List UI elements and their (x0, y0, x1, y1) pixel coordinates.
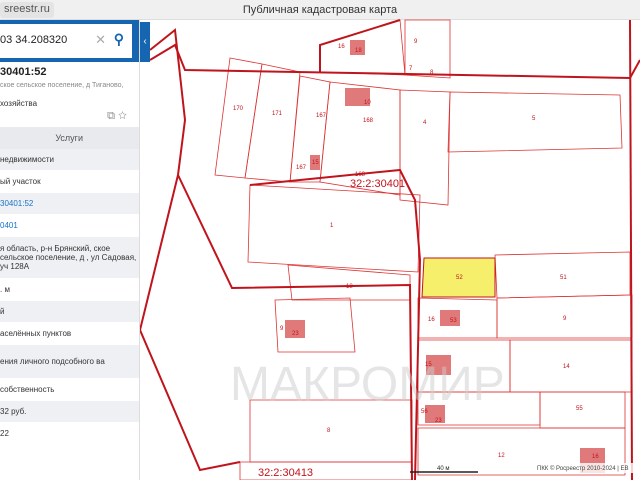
scale-label: 40 м (437, 466, 449, 472)
info-row: ения личного подсобного ва (0, 345, 139, 379)
svg-text:16: 16 (592, 454, 599, 460)
search-icon[interactable]: ⚲ (114, 31, 124, 48)
svg-text:15: 15 (425, 362, 432, 368)
info-list: недвижимости ый участок 30401:52 0401 я обла… (0, 149, 139, 445)
info-row: собственность (0, 379, 139, 401)
object-number: 30401:52 (0, 66, 47, 78)
object-use: хозяйства (0, 99, 38, 108)
sidebar: 03 34.208320 ✕ ⚲ 30401:52 ское сельское … (0, 20, 140, 480)
copyright: ПКК © Росреестр 2010-2024 | ЕВ (537, 465, 629, 472)
svg-text:18: 18 (355, 48, 362, 54)
info-row[interactable]: 0401 (0, 215, 139, 237)
svg-text:5: 5 (532, 116, 536, 122)
svg-text:7: 7 (409, 66, 413, 72)
info-row[interactable]: 30401:52 (0, 193, 139, 215)
svg-text:9: 9 (563, 316, 567, 322)
info-row: недвижимости (0, 149, 139, 171)
search-bar: 03 34.208320 ✕ ⚲ (0, 20, 139, 62)
svg-text:16: 16 (338, 44, 345, 50)
tab-services[interactable]: Услуги (0, 127, 139, 149)
star-icon[interactable]: ☆ (118, 110, 127, 122)
svg-text:168: 168 (363, 118, 374, 124)
svg-text:9: 9 (414, 39, 418, 45)
svg-text:8: 8 (327, 428, 331, 434)
quarter-label: 32:2:30413 (258, 467, 313, 479)
close-icon[interactable]: ✕ (95, 32, 106, 48)
info-row: й (0, 301, 139, 323)
svg-text:170: 170 (233, 106, 244, 112)
svg-text:53: 53 (450, 318, 457, 324)
svg-text:51: 51 (560, 275, 567, 281)
svg-text:23: 23 (292, 331, 299, 337)
info-row: я область, р-н Брянский, ское сельское п… (0, 237, 139, 279)
svg-text:14: 14 (563, 364, 570, 370)
info-row: аселённых пунктов (0, 323, 139, 345)
svg-text:18: 18 (346, 284, 353, 290)
object-address: ское сельское поселение, д Тиганово, (0, 82, 124, 89)
svg-text:15: 15 (312, 160, 319, 166)
svg-text:12: 12 (498, 453, 505, 459)
info-row: ый участок (0, 171, 139, 193)
parcel-170 (214, 57, 263, 179)
svg-text:9: 9 (280, 326, 284, 332)
svg-text:167: 167 (316, 113, 327, 119)
svg-text:1: 1 (330, 223, 334, 229)
chevron-left-icon[interactable]: ‹ (140, 22, 150, 62)
info-row: 32 руб. (0, 401, 139, 423)
info-row: 22 (0, 423, 139, 445)
svg-text:52: 52 (456, 275, 463, 281)
quarter-label: 32:2:30401 (350, 178, 405, 190)
watermark: МАКРОМИР (230, 358, 505, 411)
svg-text:56: 56 (421, 409, 428, 415)
info-row: . м (0, 279, 139, 301)
search-input[interactable]: 03 34.208320 ✕ ⚲ (0, 24, 132, 58)
zoom-to-icon[interactable]: ⧉ (107, 110, 115, 122)
svg-text:167: 167 (296, 165, 307, 171)
svg-text:4: 4 (423, 120, 427, 126)
svg-text:16: 16 (428, 317, 435, 323)
svg-text:10: 10 (364, 100, 371, 106)
svg-text:23: 23 (435, 418, 442, 424)
object-header: 30401:52 ское сельское поселение, д Тига… (0, 62, 139, 123)
svg-text:55: 55 (576, 406, 583, 412)
svg-text:171: 171 (272, 111, 283, 117)
